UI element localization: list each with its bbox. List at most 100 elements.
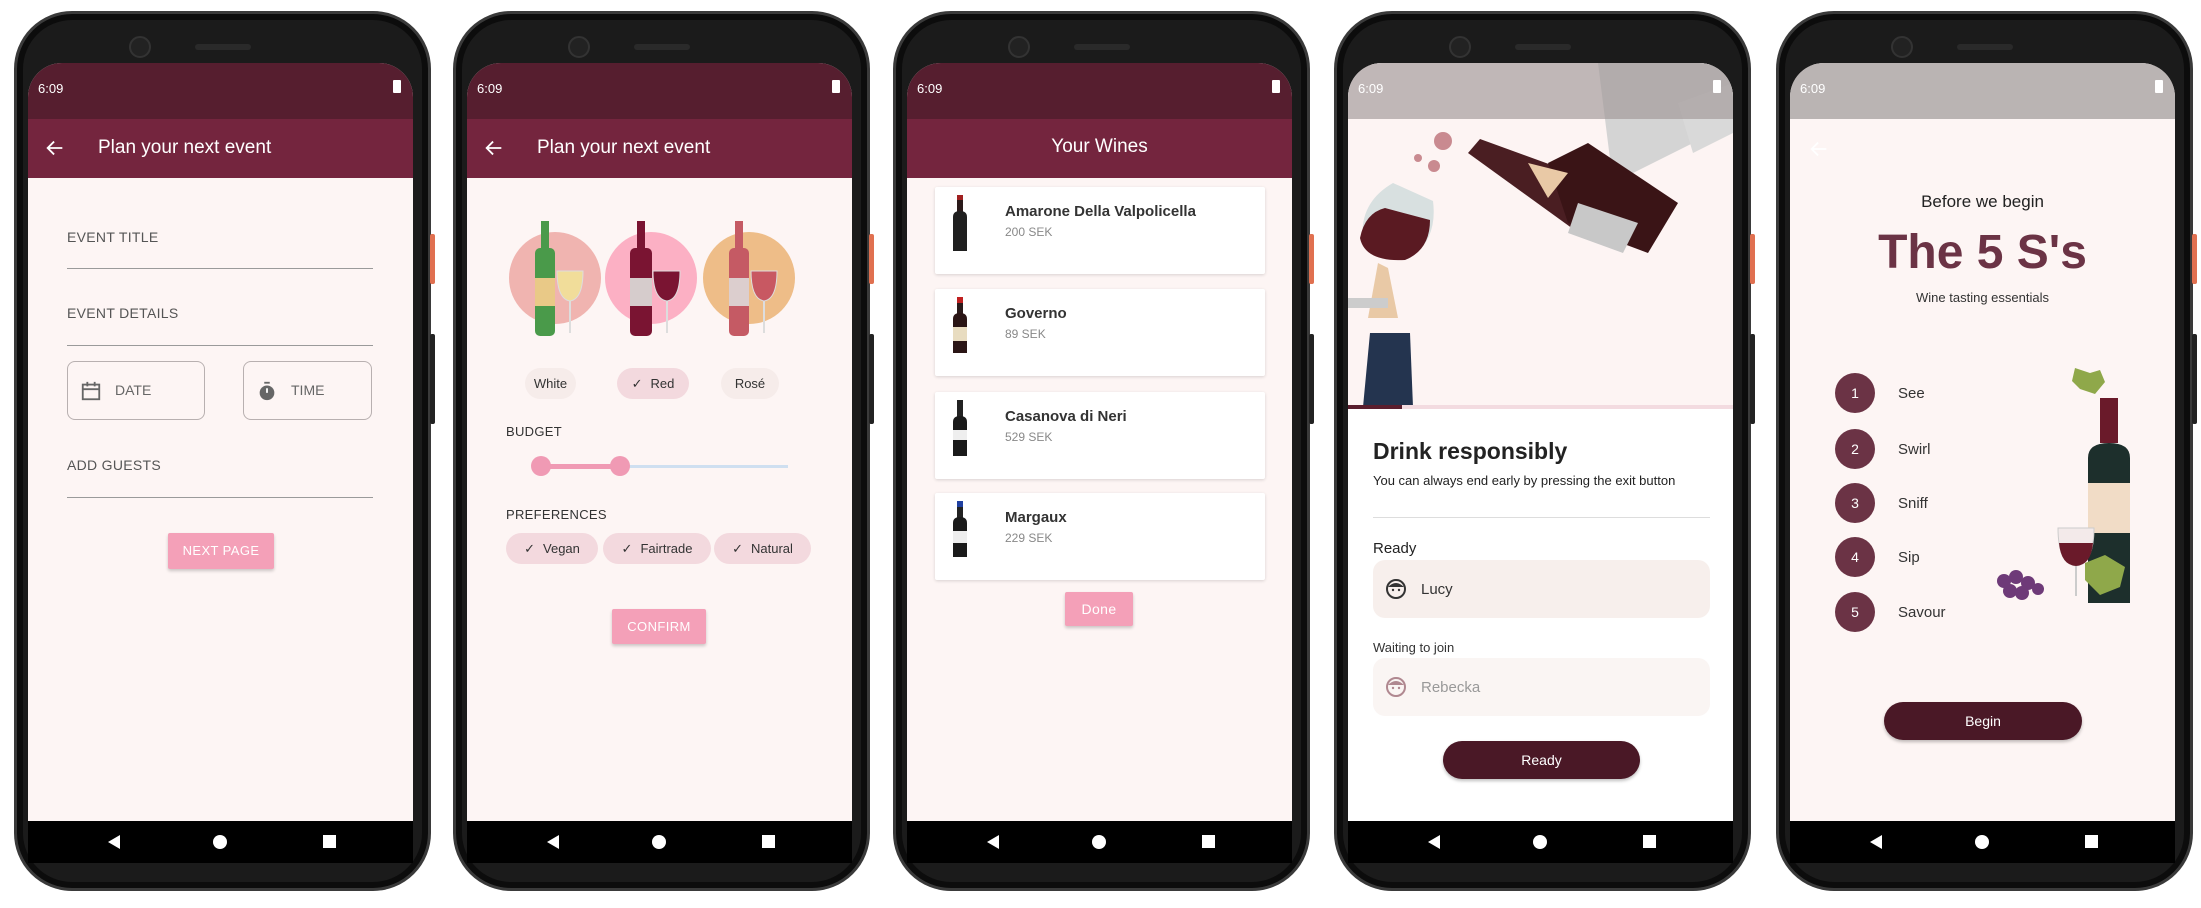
- status-bar: 6:09: [1348, 63, 1733, 119]
- recents-nav-icon[interactable]: [762, 835, 776, 849]
- wine-name: Margaux: [1005, 509, 1067, 526]
- recents-nav-icon[interactable]: [1643, 835, 1657, 849]
- step-item: 2 Swirl: [1835, 429, 1931, 469]
- chip-label: Red: [650, 376, 675, 391]
- back-arrow-icon[interactable]: [1808, 138, 1830, 160]
- battery-icon: [1272, 80, 1280, 93]
- home-nav-icon[interactable]: [1533, 835, 1547, 849]
- wine-card[interactable]: Amarone Della Valpolicella 200 SEK: [935, 187, 1265, 274]
- budget-min-thumb[interactable]: [531, 456, 551, 476]
- back-arrow-icon[interactable]: [44, 137, 66, 159]
- wine-price: 200 SEK: [1005, 225, 1053, 239]
- next-page-button[interactable]: NEXT PAGE: [168, 533, 274, 569]
- timer-icon: [259, 381, 275, 401]
- home-nav-icon[interactable]: [1975, 835, 1989, 849]
- ready-button[interactable]: Ready: [1443, 741, 1640, 779]
- participant-waiting: Rebecka: [1373, 658, 1710, 716]
- chip-label: White: [533, 376, 568, 391]
- wine-type-chip-white[interactable]: White: [525, 368, 576, 399]
- budget-slider-range: [541, 464, 620, 469]
- page-title: Plan your next event: [537, 137, 711, 158]
- step-number: 1: [1835, 373, 1875, 413]
- screen: 6:09 Your Wines Amarone Della Valpolicel…: [907, 63, 1292, 863]
- recents-nav-icon[interactable]: [323, 835, 337, 849]
- red-wine-illustration: [605, 221, 697, 336]
- step-item: 4 Sip: [1835, 537, 1920, 577]
- back-nav-icon[interactable]: [108, 835, 122, 849]
- chip-label: Fairtrade: [640, 541, 693, 556]
- back-nav-icon[interactable]: [1870, 835, 1884, 849]
- step-label: See: [1898, 384, 1925, 402]
- back-nav-icon[interactable]: [547, 835, 561, 849]
- date-button[interactable]: DATE: [67, 361, 205, 420]
- android-nav-bar: [28, 821, 413, 863]
- wine-card[interactable]: Casanova di Neri 529 SEK: [935, 392, 1265, 479]
- wine-name: Amarone Della Valpolicella: [1005, 203, 1196, 220]
- wine-type-chip-rose[interactable]: Rosé: [721, 368, 779, 399]
- event-details-field[interactable]: EVENT DETAILS: [67, 305, 179, 321]
- step-item: 5 Savour: [1835, 592, 1946, 632]
- android-nav-bar: [1348, 821, 1733, 863]
- volume-button: [2192, 334, 2197, 424]
- wine-type-chip-red[interactable]: ✓ Red: [617, 368, 689, 399]
- add-guests-field[interactable]: ADD GUESTS: [67, 457, 161, 473]
- progress-fill: [1348, 405, 1402, 409]
- back-nav-icon[interactable]: [1428, 835, 1442, 849]
- app-bar: Plan your next event: [28, 119, 413, 178]
- battery-icon: [393, 80, 401, 93]
- step-label: Savour: [1898, 603, 1946, 621]
- wine-card[interactable]: Margaux 229 SEK: [935, 493, 1265, 580]
- screen: 6:09 Plan your next event EVENT TITLE EV…: [28, 63, 413, 863]
- face-icon: [1386, 677, 1406, 697]
- preference-chip-natural[interactable]: ✓ Natural: [714, 533, 811, 564]
- begin-button[interactable]: Begin: [1884, 702, 2082, 740]
- phone-wine-preferences: 6:09 Plan your next event White ✓ Red Ros…: [453, 11, 874, 891]
- pre-title: Before we begin: [1921, 192, 2044, 211]
- power-button: [1309, 234, 1314, 284]
- home-nav-icon[interactable]: [213, 835, 227, 849]
- step-item: 3 Sniff: [1835, 483, 1928, 523]
- screen: 6:09 Drink responsibly You can always en…: [1348, 63, 1733, 863]
- home-nav-icon[interactable]: [652, 835, 666, 849]
- home-nav-icon[interactable]: [1092, 835, 1106, 849]
- step-label: Swirl: [1898, 440, 1931, 458]
- preference-chip-vegan[interactable]: ✓ Vegan: [506, 533, 598, 564]
- status-bar: 6:09: [1790, 63, 2175, 119]
- check-icon: ✓: [631, 375, 643, 391]
- recents-nav-icon[interactable]: [2085, 835, 2099, 849]
- page-title: The 5 S's: [1878, 226, 2087, 279]
- check-icon: ✓: [621, 540, 633, 556]
- time-button[interactable]: TIME: [243, 361, 372, 420]
- wine-card[interactable]: Governo 89 SEK: [935, 289, 1265, 376]
- android-nav-bar: [1790, 821, 2175, 863]
- chip-label: Natural: [750, 541, 793, 556]
- rose-wine-illustration: [703, 221, 795, 336]
- divider: [67, 268, 373, 269]
- speaker: [1957, 44, 2013, 50]
- battery-icon: [2155, 80, 2163, 93]
- wine-price: 529 SEK: [1005, 430, 1053, 444]
- face-icon: [1386, 579, 1406, 599]
- back-arrow-icon[interactable]: [483, 137, 505, 159]
- participant-name: Rebecka: [1421, 678, 1481, 696]
- camera: [129, 36, 151, 58]
- camera: [568, 36, 590, 58]
- wine-name: Governo: [1005, 305, 1067, 322]
- confirm-button[interactable]: CONFIRM: [612, 609, 706, 644]
- step-number: 4: [1835, 537, 1875, 577]
- preference-chip-fairtrade[interactable]: ✓ Fairtrade: [603, 533, 711, 564]
- divider: [67, 345, 373, 346]
- volume-button: [869, 334, 874, 424]
- camera: [1891, 36, 1913, 58]
- wine-price: 229 SEK: [1005, 531, 1053, 545]
- event-title-field[interactable]: EVENT TITLE: [67, 229, 158, 245]
- recents-nav-icon[interactable]: [1202, 835, 1216, 849]
- android-nav-bar: [467, 821, 852, 863]
- status-bar: 6:09: [907, 63, 1292, 119]
- check-icon: ✓: [524, 540, 536, 556]
- done-button[interactable]: Done: [1065, 592, 1133, 626]
- battery-icon: [832, 80, 840, 93]
- budget-max-thumb[interactable]: [610, 456, 630, 476]
- back-nav-icon[interactable]: [987, 835, 1001, 849]
- volume-button: [430, 334, 435, 424]
